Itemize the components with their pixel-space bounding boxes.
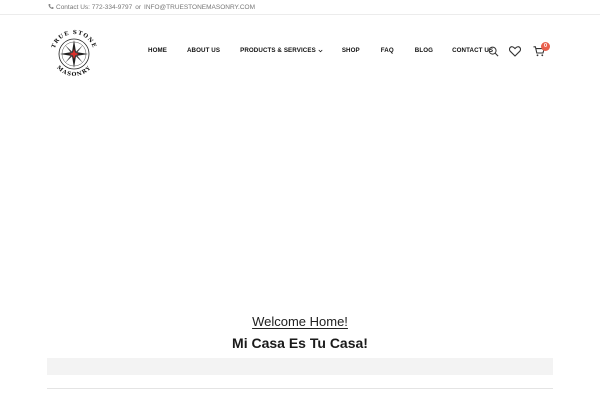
welcome-text: Welcome Home! xyxy=(252,314,348,329)
wishlist-button[interactable] xyxy=(508,44,522,58)
nav-item-about-us[interactable]: ABOUT US xyxy=(187,47,220,54)
header-actions xyxy=(486,44,546,58)
search-button[interactable] xyxy=(486,44,500,58)
nav-item-faq[interactable]: FAQ xyxy=(381,47,394,54)
nav-item-products-services[interactable]: PRODUCTS & SERVICES xyxy=(240,47,323,54)
cart-count-badge: 0 xyxy=(541,42,550,51)
contact-info: Contact Us: 772-334-9797 or INFO@TRUESTONE… xyxy=(48,3,255,12)
nav-item-products-services-label: PRODUCTS & SERVICES xyxy=(240,47,316,54)
tagline-heading: Mi Casa Es Tu Casa! xyxy=(232,335,368,351)
phone-icon xyxy=(48,3,54,10)
site-logo[interactable]: TRUE STONE MASONRY xyxy=(46,27,102,81)
main-nav: HOME ABOUT US PRODUCTS & SERVICES SHOP F… xyxy=(140,47,493,54)
search-icon xyxy=(488,46,498,56)
section-divider xyxy=(47,388,553,389)
separator-text: or xyxy=(135,4,142,11)
contact-phone-link[interactable]: Contact Us: 772-334-9797 xyxy=(56,4,132,11)
chevron-down-icon xyxy=(318,49,323,52)
contact-email-link[interactable]: INFO@TRUESTONEMASONRY.COM xyxy=(144,4,255,11)
nav-item-home[interactable]: HOME xyxy=(148,47,167,54)
nav-item-shop[interactable]: SHOP xyxy=(342,47,360,54)
nav-item-blog[interactable]: BLOG xyxy=(415,47,433,54)
welcome-heading: Welcome Home! xyxy=(0,313,600,330)
heart-icon xyxy=(509,45,521,57)
content-band xyxy=(47,358,553,375)
top-bar: Contact Us: 772-334-9797 or INFO@TRUESTONE… xyxy=(0,0,600,15)
